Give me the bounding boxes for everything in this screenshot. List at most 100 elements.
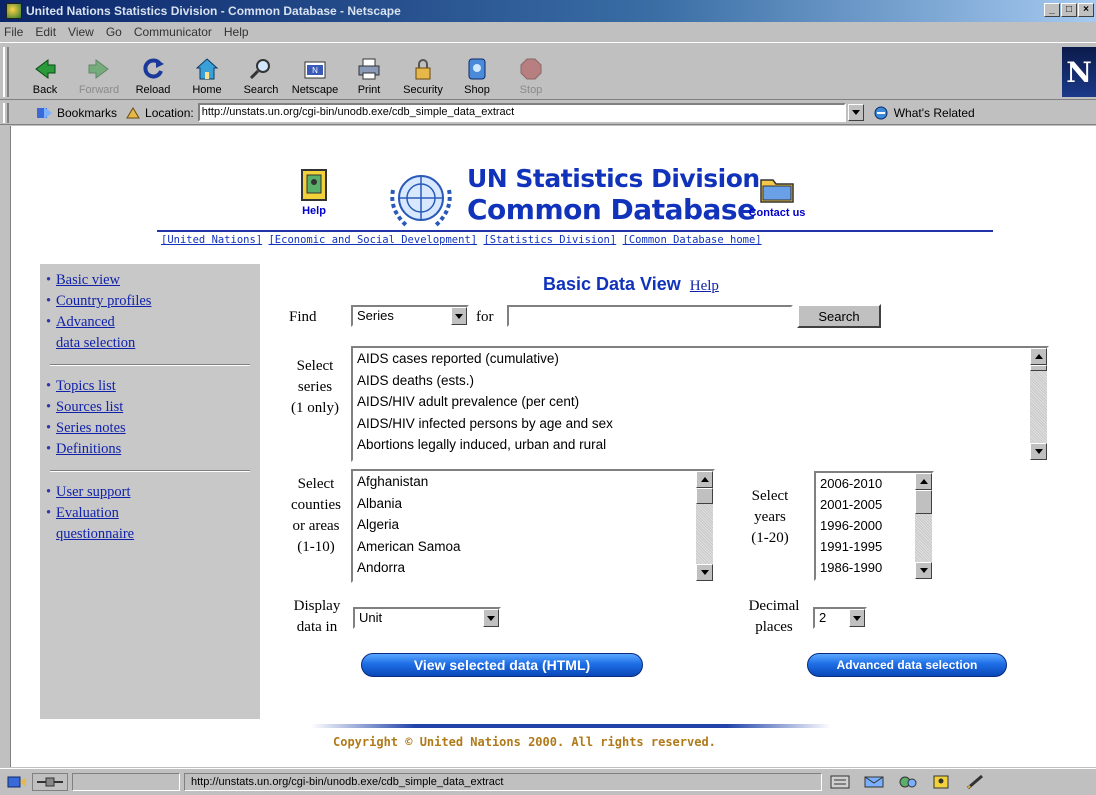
- advanced-data-selection-button[interactable]: Advanced data selection: [807, 653, 1007, 677]
- connection-status-icon[interactable]: [32, 773, 68, 791]
- maximize-button[interactable]: □: [1061, 3, 1077, 17]
- title-help-link[interactable]: Help: [690, 278, 719, 294]
- find-type-dropdown-button[interactable]: [451, 307, 467, 325]
- menu-edit[interactable]: Edit: [35, 25, 56, 39]
- nav-link-economic-social[interactable]: [Economic and Social Development]: [268, 234, 477, 246]
- sidebar-link-advanced[interactable]: Advanced: [56, 312, 115, 333]
- series-scroll-up-button[interactable]: [1030, 348, 1047, 365]
- sidebar-item-definitions[interactable]: • Definitions: [46, 439, 260, 460]
- menu-go[interactable]: Go: [106, 25, 122, 39]
- location-icon[interactable]: [125, 106, 141, 120]
- sidebar-item-country-profiles[interactable]: • Country profiles: [46, 291, 260, 312]
- menu-help[interactable]: Help: [224, 25, 249, 39]
- sidebar-item-user-support[interactable]: • User support: [46, 482, 260, 503]
- years-scrollbar[interactable]: [915, 473, 932, 579]
- navigator-icon[interactable]: [828, 774, 852, 790]
- country-option[interactable]: Algeria: [353, 514, 713, 536]
- series-listbox[interactable]: AIDS cases reported (cumulative) AIDS de…: [351, 346, 1049, 462]
- contact-us-link[interactable]: Contact us: [737, 174, 817, 219]
- close-button[interactable]: ×: [1078, 3, 1094, 17]
- url-input[interactable]: http://unstats.un.org/cgi-bin/unodb.exe/…: [197, 103, 846, 122]
- url-dropdown-button[interactable]: [847, 104, 864, 121]
- netscape-label: Netscape: [291, 84, 339, 96]
- sidebar-link-user-support[interactable]: User support: [56, 482, 131, 503]
- sidebar-link-evaluation[interactable]: Evaluation: [56, 503, 119, 524]
- country-option[interactable]: Afghanistan: [353, 471, 713, 493]
- countries-scroll-down-button[interactable]: [696, 564, 713, 581]
- sidebar-link-sources-list[interactable]: Sources list: [56, 397, 123, 418]
- security-button[interactable]: Security: [396, 45, 450, 99]
- home-button[interactable]: Home: [180, 45, 234, 99]
- sidebar-item-topics-list[interactable]: • Topics list: [46, 376, 260, 397]
- menu-communicator[interactable]: Communicator: [134, 25, 212, 39]
- series-option[interactable]: Abortions legally induced, urban and rur…: [353, 434, 1047, 456]
- sidebar-item-basic-view[interactable]: • Basic view: [46, 270, 260, 291]
- nav-link-common-database-home[interactable]: [Common Database home]: [623, 234, 762, 246]
- sidebar-link-series-notes[interactable]: Series notes: [56, 418, 126, 439]
- help-icon-link[interactable]: Help: [294, 168, 334, 220]
- sidebar-item-series-notes[interactable]: • Series notes: [46, 418, 260, 439]
- menu-file[interactable]: File: [4, 25, 23, 39]
- series-scrollbar[interactable]: [1030, 348, 1047, 460]
- display-unit-dropdown-button[interactable]: [483, 609, 499, 627]
- country-option[interactable]: Albania: [353, 493, 713, 515]
- sidebar-link-advanced-2[interactable]: data selection: [56, 335, 135, 351]
- bookmarks-icon[interactable]: [35, 106, 53, 120]
- reload-button[interactable]: Reload: [126, 45, 180, 99]
- display-unit-select[interactable]: Unit: [353, 607, 501, 629]
- find-type-select[interactable]: Series: [351, 305, 469, 327]
- find-label: Find: [289, 309, 317, 325]
- series-option[interactable]: AIDS deaths (ests.): [353, 370, 1047, 392]
- sidebar-item-sources-list[interactable]: • Sources list: [46, 397, 260, 418]
- search-submit-button[interactable]: Search: [797, 304, 881, 328]
- netscape-button[interactable]: N Netscape: [288, 45, 342, 99]
- location-grip[interactable]: [3, 102, 9, 123]
- years-scroll-down-button[interactable]: [915, 562, 932, 579]
- sidebar-link-topics-list[interactable]: Topics list: [56, 376, 116, 397]
- series-option[interactable]: AIDS/HIV infected persons by age and sex: [353, 413, 1047, 435]
- series-option[interactable]: AIDS/HIV adult prevalence (per cent): [353, 391, 1047, 413]
- security-status-icon[interactable]: [6, 773, 28, 791]
- forward-button[interactable]: Forward: [72, 45, 126, 99]
- search-button[interactable]: Search: [234, 45, 288, 99]
- menu-view[interactable]: View: [68, 25, 94, 39]
- bullet-icon: •: [46, 378, 52, 394]
- years-scroll-thumb[interactable]: [915, 490, 932, 514]
- decimal-places-select[interactable]: 2: [813, 607, 867, 629]
- countries-scrollbar[interactable]: [696, 471, 713, 581]
- country-option[interactable]: American Samoa: [353, 536, 713, 558]
- nav-link-statistics-division[interactable]: [Statistics Division]: [483, 234, 616, 246]
- years-listbox[interactable]: 2006-2010 2001-2005 1996-2000 1991-1995 …: [814, 471, 934, 581]
- sidebar-item-advanced[interactable]: • Advanced: [46, 312, 260, 333]
- countries-scroll-up-button[interactable]: [696, 471, 713, 488]
- sidebar-link-definitions[interactable]: Definitions: [56, 439, 121, 460]
- discussion-icon[interactable]: [896, 774, 920, 790]
- years-scroll-up-button[interactable]: [915, 473, 932, 490]
- sidebar-link-basic-view[interactable]: Basic view: [56, 270, 120, 291]
- address-book-icon[interactable]: [930, 774, 954, 790]
- whats-related-button[interactable]: What's Related: [872, 105, 975, 121]
- toolbar-grip[interactable]: [3, 47, 9, 97]
- composer-icon[interactable]: [964, 774, 988, 790]
- shop-button[interactable]: Shop: [450, 45, 504, 99]
- view-selected-data-button[interactable]: View selected data (HTML): [361, 653, 643, 677]
- countries-listbox[interactable]: Afghanistan Albania Algeria American Sam…: [351, 469, 715, 583]
- series-scroll-thumb[interactable]: [1030, 365, 1047, 371]
- sidebar-link-country-profiles[interactable]: Country profiles: [56, 291, 151, 312]
- country-option[interactable]: Andorra: [353, 557, 713, 579]
- minimize-button[interactable]: _: [1044, 3, 1060, 17]
- stop-button[interactable]: Stop: [504, 45, 558, 99]
- sidebar-item-evaluation[interactable]: • Evaluation: [46, 503, 260, 524]
- back-button[interactable]: Back: [18, 45, 72, 99]
- series-scroll-down-button[interactable]: [1030, 443, 1047, 460]
- search-input[interactable]: [507, 305, 793, 327]
- decimal-places-dropdown-button[interactable]: [849, 609, 865, 627]
- nav-link-united-nations[interactable]: [United Nations]: [161, 234, 262, 246]
- print-button[interactable]: Print: [342, 45, 396, 99]
- countries-scroll-thumb[interactable]: [696, 488, 713, 504]
- mail-icon[interactable]: [862, 774, 886, 790]
- sidebar-link-evaluation-2[interactable]: questionnaire: [56, 526, 134, 542]
- bookmarks-label[interactable]: Bookmarks: [57, 106, 117, 120]
- series-option[interactable]: AIDS cases reported (cumulative): [353, 348, 1047, 370]
- netscape-logo[interactable]: N: [1062, 47, 1096, 97]
